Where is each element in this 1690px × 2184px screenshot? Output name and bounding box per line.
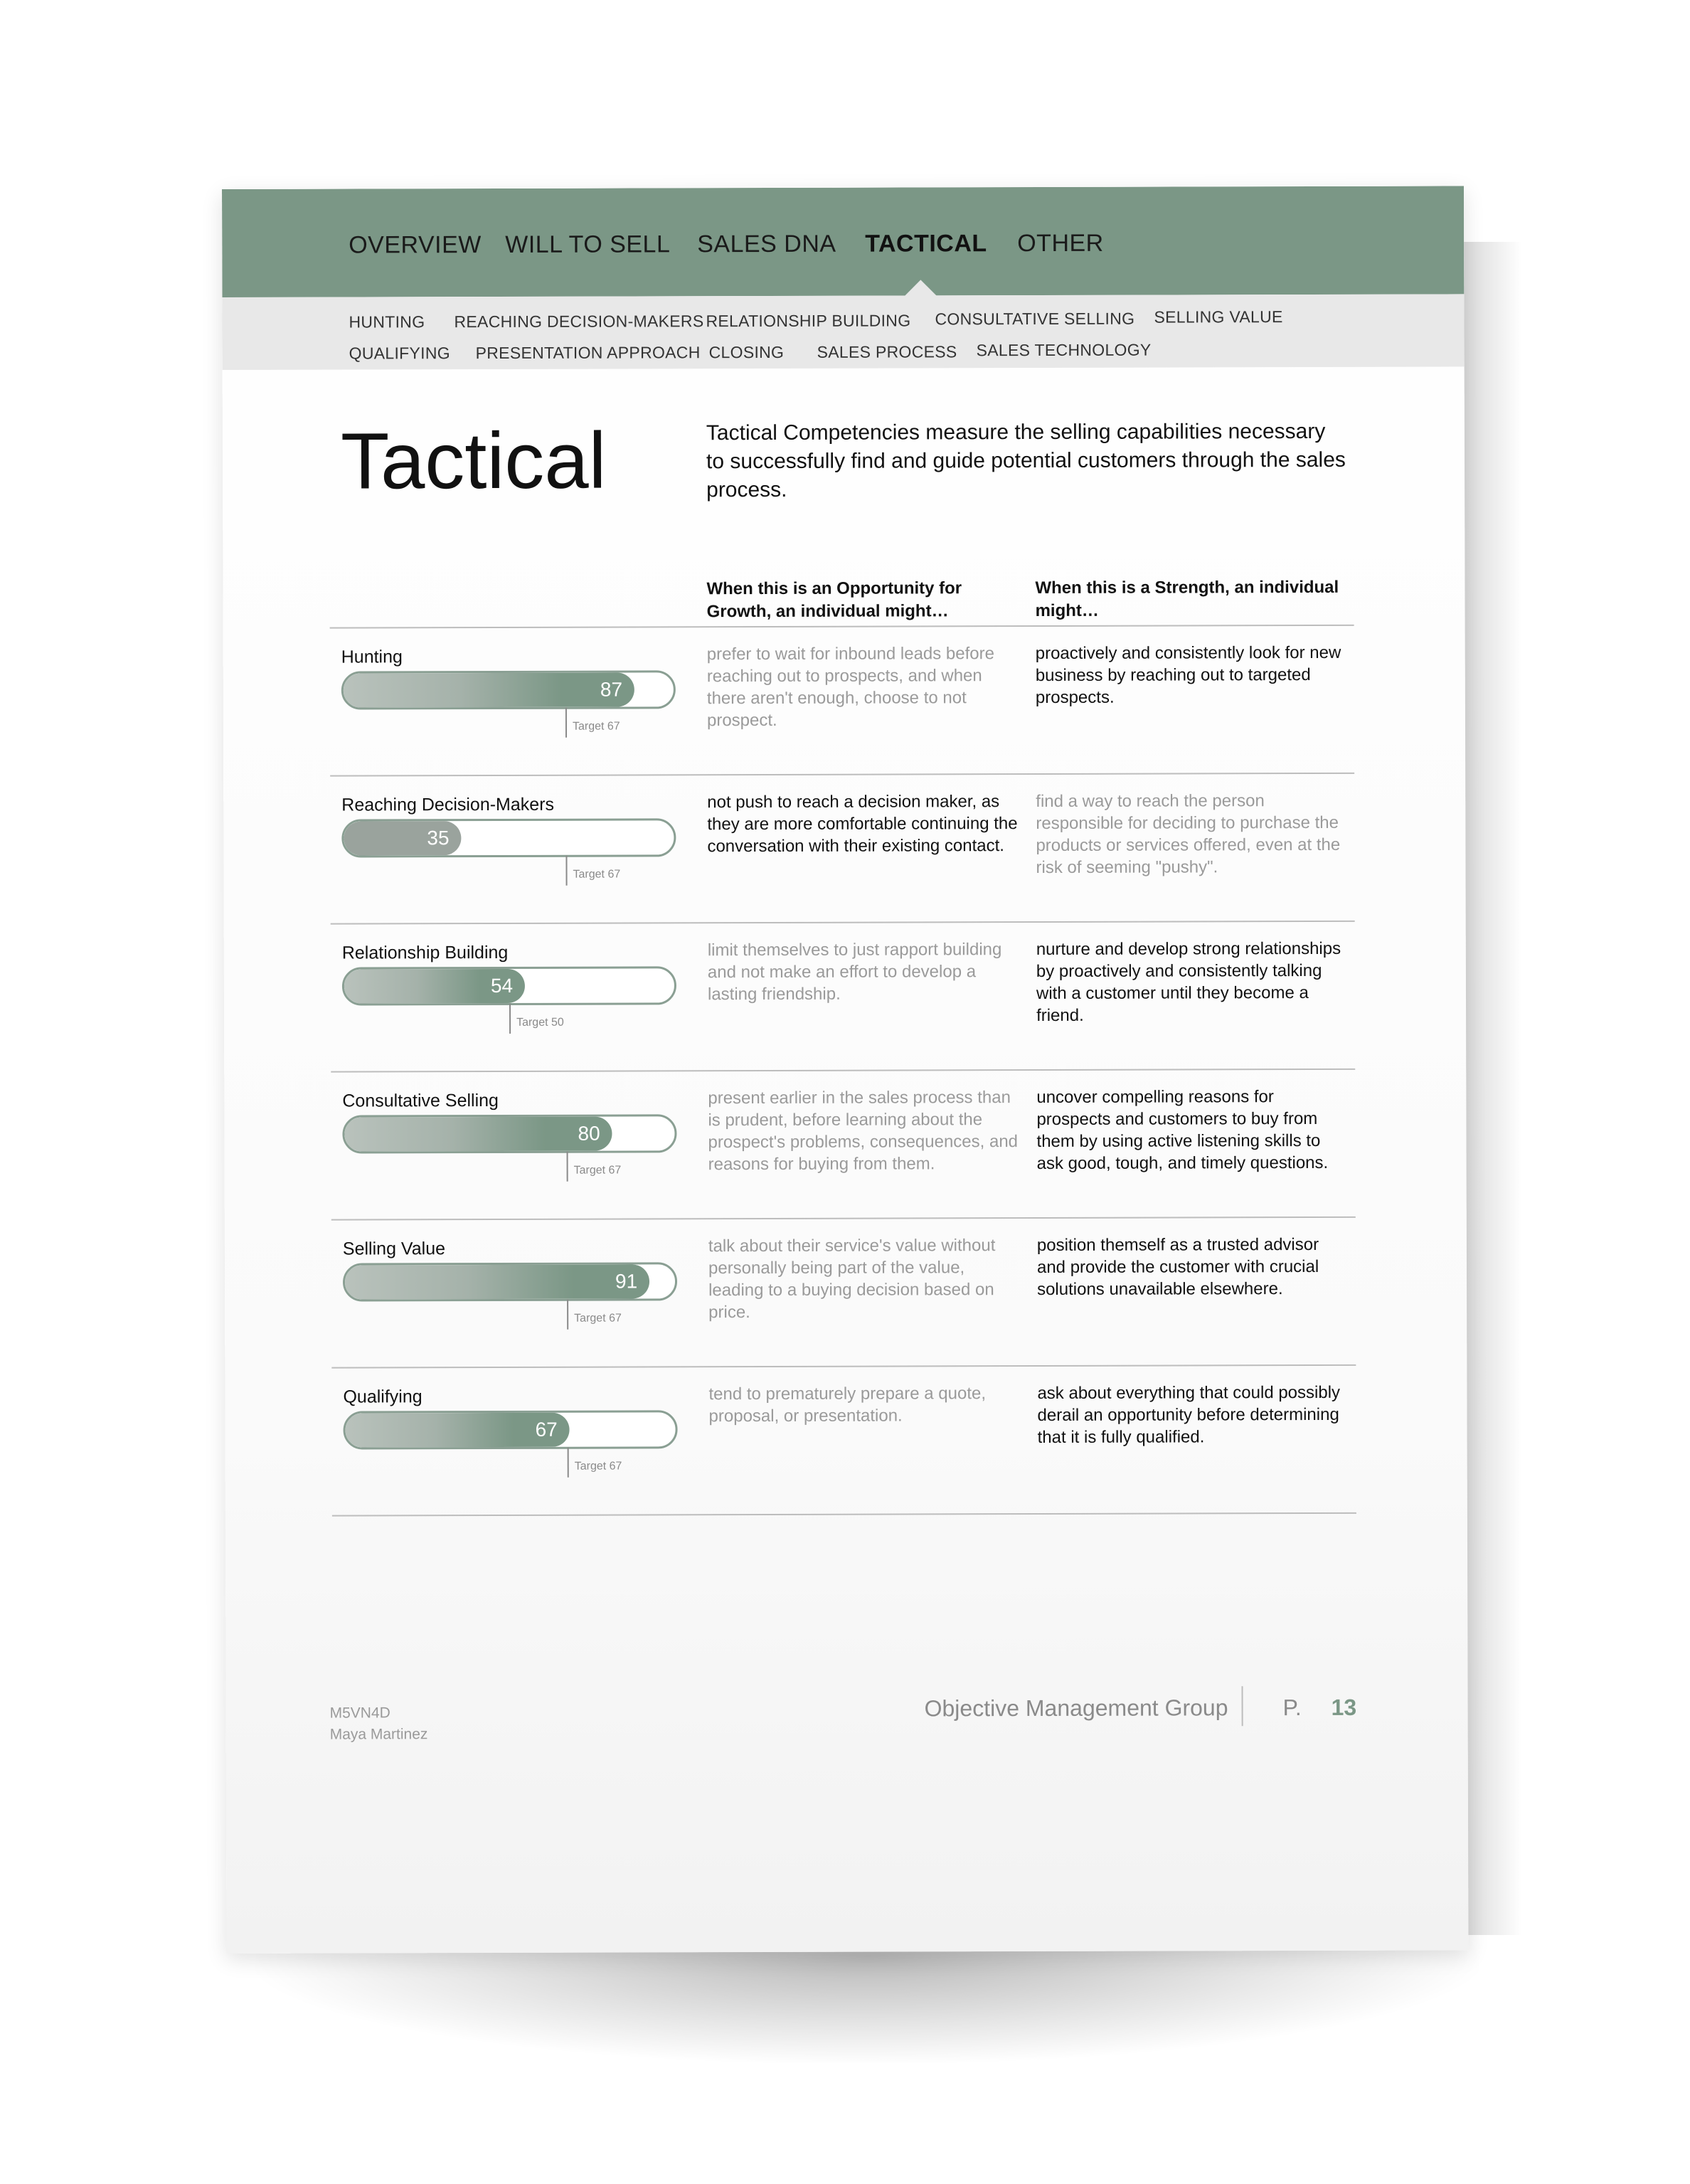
strength-text: nurture and develop strong relationships… — [1036, 938, 1341, 1026]
competency-label: Qualifying — [343, 1387, 422, 1407]
active-tab-indicator — [903, 280, 938, 297]
opportunity-column-header: When this is an Opportunity for Growth, … — [706, 578, 962, 622]
strength-text: ask about everything that could possibly… — [1037, 1382, 1341, 1448]
target-tick — [567, 1299, 569, 1330]
tab-will-to-sell[interactable]: WILL TO SELL — [505, 230, 670, 259]
opportunity-text: limit themselves to just rapport buildin… — [707, 940, 1002, 1004]
score-bar: 80 — [342, 1114, 677, 1154]
subnav-selling-value[interactable]: SELLING VALUE — [1154, 307, 1282, 327]
opportunity-text: talk about their service's value without… — [708, 1236, 996, 1322]
score-bar-fill — [344, 1264, 650, 1300]
strength-column-header: When this is a Strength, an individual m… — [1035, 577, 1339, 621]
intro-text: Tactical Competencies measure the sellin… — [706, 419, 1346, 502]
page-prefix: P. — [1282, 1695, 1302, 1721]
target-tick — [509, 1003, 511, 1034]
score-bar: 91 — [342, 1262, 678, 1302]
tab-overview[interactable]: OVERVIEW — [349, 231, 482, 259]
subnav-reaching-decision-makers[interactable]: REACHING DECISION-MAKERS — [454, 312, 703, 332]
subnav-consultative-selling[interactable]: CONSULTATIVE SELLING — [935, 309, 1134, 329]
target-label: Target 67 — [574, 1312, 622, 1325]
row-divider — [331, 1512, 1356, 1517]
strength-text: position themself as a trusted advisor a… — [1036, 1234, 1319, 1300]
competency-label: Relationship Building — [341, 942, 509, 963]
subnav-sales-process[interactable]: SALES PROCESS — [817, 342, 957, 362]
target-label: Target 50 — [516, 1016, 564, 1029]
competency-label: Selling Value — [342, 1239, 446, 1259]
footer-identity: M5VN4D Maya Martinez — [330, 1702, 428, 1745]
score-bar: 54 — [341, 966, 677, 1006]
page-shadow-right — [1458, 242, 1522, 1935]
opportunity-text: prefer to wait for inbound leads before … — [706, 644, 994, 731]
row-divider — [331, 1364, 1356, 1369]
subnav-qualifying[interactable]: QUALIFYING — [349, 344, 450, 363]
competency-label: Hunting — [341, 647, 403, 667]
opportunity-text: present earlier in the sales process tha… — [708, 1088, 1019, 1175]
row-divider — [331, 1216, 1356, 1221]
target-tick — [566, 1151, 568, 1182]
tab-tactical[interactable]: TACTICAL — [865, 230, 987, 258]
page-title: Tactical — [340, 415, 607, 506]
strength-text: proactively and consistently look for ne… — [1035, 642, 1341, 708]
target-label: Target 67 — [574, 1460, 622, 1473]
subnav-relationship-building[interactable]: RELATIONSHIP BUILDING — [706, 311, 910, 331]
subnav-closing[interactable]: CLOSING — [709, 343, 785, 362]
subnav-hunting[interactable]: HUNTING — [349, 312, 425, 332]
strength-text: uncover compelling reasons for prospects… — [1036, 1087, 1329, 1174]
competency-label: Consultative Selling — [342, 1090, 499, 1111]
report-page: OVERVIEW WILL TO SELL SALES DNA TACTICAL… — [222, 186, 1469, 1954]
target-label: Target 67 — [572, 720, 620, 733]
score-value: 35 — [427, 827, 450, 849]
page-number: 13 — [1331, 1694, 1357, 1720]
opportunity-text: not push to reach a decision maker, as t… — [707, 792, 1018, 857]
target-label: Target 67 — [573, 1164, 622, 1177]
target-tick — [567, 1447, 569, 1478]
score-bar: 35 — [341, 818, 676, 858]
target-tick — [565, 855, 568, 886]
score-bar: 87 — [341, 670, 676, 710]
score-value: 80 — [578, 1122, 600, 1145]
row-divider — [330, 772, 1355, 777]
score-value: 54 — [490, 974, 514, 997]
tab-other[interactable]: OTHER — [1017, 230, 1104, 258]
target-tick — [565, 707, 568, 738]
score-value: 87 — [600, 678, 623, 701]
score-value: 67 — [535, 1418, 558, 1441]
sub-nav: HUNTING REACHING DECISION-MAKERS RELATIO… — [222, 294, 1465, 370]
score-bar-fill — [344, 1116, 612, 1152]
subnav-presentation-approach[interactable]: PRESENTATION APPROACH — [476, 343, 701, 363]
candidate-name: Maya Martinez — [329, 1726, 428, 1743]
score-bar: 67 — [343, 1410, 678, 1450]
footer-organization: Objective Management Group — [924, 1695, 1228, 1722]
score-bar-fill — [343, 672, 634, 708]
tab-sales-dna[interactable]: SALES DNA — [697, 230, 836, 259]
footer-divider — [1241, 1686, 1243, 1727]
target-label: Target 67 — [573, 868, 621, 881]
opportunity-text: tend to prematurely prepare a quote, pro… — [708, 1384, 987, 1426]
subnav-sales-technology[interactable]: SALES TECHNOLOGY — [977, 341, 1152, 361]
top-nav: OVERVIEW WILL TO SELL SALES DNA TACTICAL… — [222, 186, 1465, 297]
score-value: 91 — [615, 1270, 638, 1293]
competency-label: Reaching Decision-Makers — [341, 794, 555, 815]
report-code: M5VN4D — [329, 1705, 390, 1722]
row-divider — [329, 624, 1354, 629]
strength-text: find a way to reach the person responsib… — [1036, 791, 1341, 878]
row-divider — [331, 1068, 1356, 1073]
row-divider — [330, 920, 1355, 925]
